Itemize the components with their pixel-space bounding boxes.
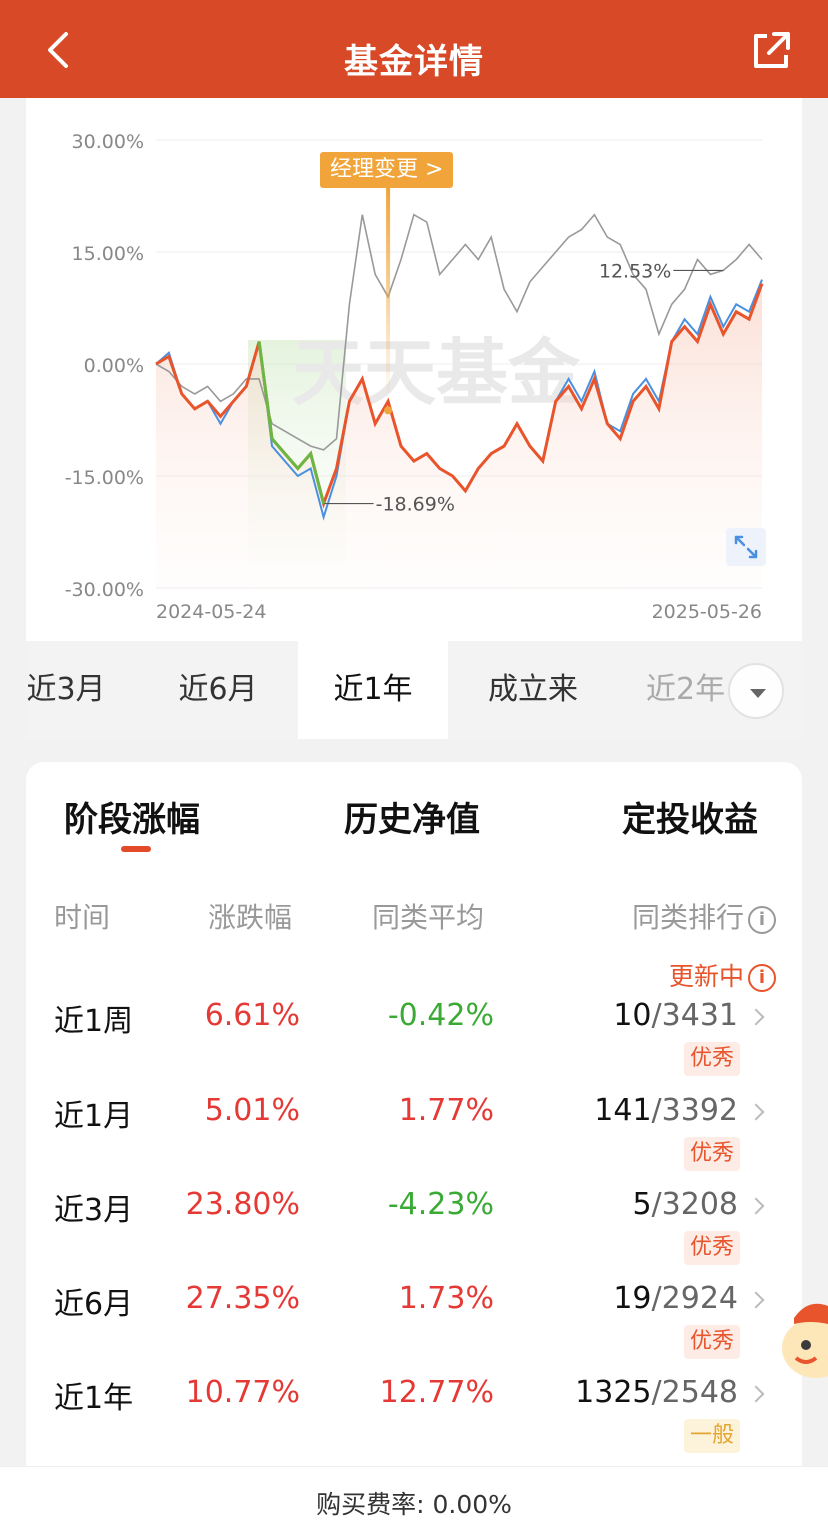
purchase-footer: 购买费率: 0.00% xyxy=(0,1466,828,1535)
rank-position: 19 xyxy=(613,1281,652,1316)
tab-3-months[interactable]: 近3月 xyxy=(26,641,126,739)
y-tick-label: -15.00% xyxy=(65,467,144,489)
column-header-rank: 同类排行 i xyxy=(632,896,776,936)
row-change-value: 27.35% xyxy=(185,1281,300,1316)
row-change-value: 6.61% xyxy=(204,998,300,1033)
tab-sip-return[interactable]: 定投收益 xyxy=(622,792,758,841)
x-tick-label-end: 2025-05-26 xyxy=(652,601,762,623)
manager-change-tag[interactable]: 经理变更 > xyxy=(320,152,454,188)
row-change-value: 10.77% xyxy=(185,1375,300,1410)
rank-total: /2924 xyxy=(651,1281,738,1316)
row-average-value: -4.23% xyxy=(387,1187,494,1222)
column-header-average: 同类平均 xyxy=(372,901,485,934)
y-tick-label: 0.00% xyxy=(84,355,144,377)
nav-chart-card: 30.00% 15.00% 0.00% -15.00% -30.00% 天天基金 -18… xyxy=(26,98,802,641)
row-average-value: 1.77% xyxy=(398,1093,494,1128)
updating-status: 更新中 i xyxy=(669,957,776,993)
fee-value: 0.00% xyxy=(432,1490,512,1519)
chevron-right-icon[interactable] xyxy=(747,1291,765,1309)
row-rank[interactable]: 141/3392 xyxy=(498,1093,738,1128)
rank-badge: 优秀 xyxy=(684,1042,741,1076)
tab-stage-return[interactable]: 阶段涨幅 xyxy=(64,792,200,841)
expand-icon xyxy=(734,535,758,559)
column-header-change: 涨跌幅 xyxy=(208,901,293,934)
rank-badge: 优秀 xyxy=(684,1231,741,1265)
mascot-icon[interactable] xyxy=(776,1290,828,1380)
chevron-right-icon[interactable] xyxy=(747,1103,765,1121)
updating-label: 更新中 xyxy=(668,962,744,991)
rank-info-icon[interactable]: i xyxy=(748,906,776,934)
manager-change-line xyxy=(386,188,391,402)
header-bar: 基金详情 xyxy=(0,0,828,98)
row-rank[interactable]: 5/3208 xyxy=(498,1187,738,1222)
row-change-value: 23.80% xyxy=(185,1187,300,1222)
tab-6-months[interactable]: 近6月 xyxy=(144,641,292,739)
chevron-right-icon[interactable] xyxy=(747,1385,765,1403)
row-rank[interactable]: 10/3431 xyxy=(498,998,738,1033)
performance-stats-card: 阶段涨幅 历史净值 定投收益 时间 涨跌幅 同类平均 同类排行 i 更新中 i 近1… xyxy=(26,762,802,1482)
y-tick-label: 15.00% xyxy=(72,243,144,265)
rank-total: /3392 xyxy=(651,1093,738,1128)
fund-detail-page: 基金详情 30.00% 15.00% 0.00% -15.00% -30.00%… xyxy=(0,0,828,1535)
row-average-value: 12.77% xyxy=(379,1375,494,1410)
chevron-right-icon[interactable] xyxy=(747,1197,765,1215)
rank-position: 10 xyxy=(613,998,652,1033)
max-value-label: 12.53% xyxy=(599,260,671,282)
row-average-value: -0.42% xyxy=(387,998,494,1033)
rank-total: /3208 xyxy=(651,1187,738,1222)
x-tick-label-start: 2024-05-24 xyxy=(156,601,266,623)
active-tab-indicator xyxy=(121,846,151,852)
rank-badge: 优秀 xyxy=(684,1137,741,1171)
rank-total: /3431 xyxy=(651,998,738,1033)
row-average-value: 1.73% xyxy=(398,1281,494,1316)
column-header-time: 时间 xyxy=(54,901,111,934)
row-rank[interactable]: 19/2924 xyxy=(498,1281,738,1316)
rank-position: 141 xyxy=(594,1093,652,1128)
period-tab-bar: 近3月 近6月 近1年 成立来 近2年 xyxy=(26,641,802,739)
rank-header-label: 同类排行 xyxy=(631,901,744,934)
row-change-value: 5.01% xyxy=(204,1093,300,1128)
y-tick-label: 30.00% xyxy=(72,131,144,153)
chevron-right-icon[interactable] xyxy=(747,1008,765,1026)
rank-badge: 一般 xyxy=(684,1419,741,1453)
row-rank[interactable]: 1325/2548 xyxy=(498,1375,738,1410)
rank-total: /2548 xyxy=(651,1375,738,1410)
manager-change-dot[interactable] xyxy=(384,406,393,415)
tab-history-nav[interactable]: 历史净值 xyxy=(344,792,480,841)
fee-label: 购买费率: xyxy=(316,1490,425,1519)
fee-rate: 购买费率: 0.00% xyxy=(0,1485,828,1521)
chart-watermark: 天天基金 xyxy=(292,330,581,415)
rank-position: 1325 xyxy=(575,1375,652,1410)
page-title: 基金详情 xyxy=(344,42,484,82)
tab-since-inception[interactable]: 成立来 xyxy=(458,641,608,739)
updating-info-icon[interactable]: i xyxy=(748,964,776,992)
rank-position: 5 xyxy=(632,1187,652,1222)
tab-1-year[interactable]: 近1年 xyxy=(298,641,448,739)
y-tick-label: -30.00% xyxy=(65,579,144,601)
min-value-label: -18.69% xyxy=(376,494,455,516)
more-periods-button[interactable] xyxy=(728,663,784,719)
rank-badge: 优秀 xyxy=(684,1325,741,1359)
share-icon[interactable] xyxy=(750,30,792,72)
expand-chart-button[interactable] xyxy=(726,528,766,566)
